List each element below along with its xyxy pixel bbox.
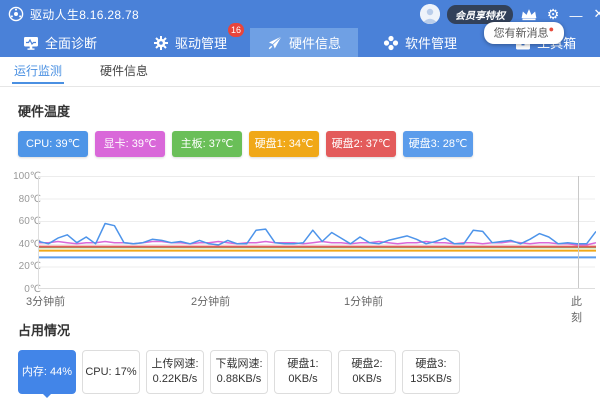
member-privilege-badge[interactable]: 会员享特权 bbox=[447, 5, 513, 24]
nav-tab-label: 全面诊断 bbox=[45, 33, 97, 52]
usage-card-disk2[interactable]: 硬盘2: 0KB/s bbox=[338, 350, 396, 394]
nav-tab-hardware-info[interactable]: 硬件信息 bbox=[250, 28, 358, 57]
temp-badge-disk2[interactable]: 硬盘2: 37℃ bbox=[326, 131, 396, 157]
close-button[interactable]: ✕ bbox=[591, 0, 600, 28]
temp-badge-cpu[interactable]: CPU: 39℃ bbox=[18, 131, 88, 157]
notification-dot: ● bbox=[549, 24, 554, 34]
temp-badge-board[interactable]: 主板: 37℃ bbox=[172, 131, 242, 157]
usage-card-disk3[interactable]: 硬盘3: 135KB/s bbox=[402, 350, 460, 394]
subtab-running-monitor[interactable]: 运行监测 bbox=[14, 57, 62, 87]
temp-badge-gpu[interactable]: 显卡: 39℃ bbox=[95, 131, 165, 157]
rocket-icon bbox=[267, 35, 283, 51]
app-window: 驱动人生8.16.28.78 会员享特权 ⚙ — ✕ 您有新消息● bbox=[0, 0, 600, 409]
selected-card-pointer bbox=[42, 393, 52, 398]
app-title: 驱动人生8.16.28.78 bbox=[30, 6, 139, 23]
nav-tab-full-diagnosis[interactable]: 全面诊断 bbox=[8, 28, 112, 57]
y-tick: 80℃ bbox=[5, 194, 41, 205]
nav-tab-driver-management[interactable]: 驱动管理 16 bbox=[138, 28, 242, 57]
new-message-tooltip[interactable]: 您有新消息● bbox=[484, 22, 564, 44]
x-tick: 3分钟前 bbox=[26, 293, 65, 309]
sub-tab-bar: 运行监测 硬件信息 bbox=[0, 57, 600, 87]
nav-tab-software-management[interactable]: 软件管理 bbox=[368, 28, 472, 57]
y-tick: 20℃ bbox=[5, 261, 41, 272]
app-logo-icon bbox=[8, 6, 24, 22]
usage-card-cpu[interactable]: CPU: 17% bbox=[82, 350, 140, 394]
time-cursor-line bbox=[578, 176, 579, 288]
x-tick: 此刻 bbox=[571, 293, 582, 325]
software-clover-icon bbox=[383, 35, 399, 51]
nav-tab-label: 软件管理 bbox=[405, 33, 457, 52]
usage-section-title: 占用情况 bbox=[18, 320, 582, 339]
crown-icon bbox=[520, 7, 538, 21]
temperature-plot-area bbox=[38, 176, 595, 289]
x-tick: 1分钟前 bbox=[344, 293, 383, 309]
usage-card-upload[interactable]: 上传网速: 0.22KB/s bbox=[146, 350, 204, 394]
usage-card-disk1[interactable]: 硬盘1: 0KB/s bbox=[274, 350, 332, 394]
y-tick: 60℃ bbox=[5, 216, 41, 227]
y-tick: 100℃ bbox=[5, 171, 41, 182]
subtab-hardware-info[interactable]: 硬件信息 bbox=[100, 57, 148, 87]
temperature-chart: 100℃ 80℃ 60℃ 40℃ 20℃ 0℃ 3分钟前 2分钟前 1分钟前 此… bbox=[18, 171, 582, 304]
usage-card-row: 内存: 44% CPU: 17% 上传网速: 0.22KB/s 下载网速: 0.… bbox=[18, 350, 582, 394]
temp-badge-disk1[interactable]: 硬盘1: 34℃ bbox=[249, 131, 319, 157]
x-tick: 2分钟前 bbox=[191, 293, 230, 309]
temperature-badge-row: CPU: 39℃ 显卡: 39℃ 主板: 37℃ 硬盘1: 34℃ 硬盘2: 3… bbox=[18, 131, 582, 157]
driver-update-count-badge: 16 bbox=[228, 23, 244, 37]
temperature-section-title: 硬件温度 bbox=[18, 101, 582, 120]
usage-card-memory[interactable]: 内存: 44% bbox=[18, 350, 76, 394]
y-tick: 40℃ bbox=[5, 239, 41, 250]
usage-card-download[interactable]: 下载网速: 0.88KB/s bbox=[210, 350, 268, 394]
temp-badge-disk3[interactable]: 硬盘3: 28℃ bbox=[403, 131, 473, 157]
user-avatar[interactable] bbox=[420, 4, 440, 24]
nav-tab-label: 硬件信息 bbox=[289, 33, 341, 52]
temperature-chart-svg bbox=[39, 176, 596, 289]
nav-tab-label: 驱动管理 bbox=[175, 33, 227, 52]
gear-icon bbox=[153, 35, 169, 51]
minimize-button[interactable]: — bbox=[568, 2, 584, 30]
monitor-icon bbox=[23, 35, 39, 51]
